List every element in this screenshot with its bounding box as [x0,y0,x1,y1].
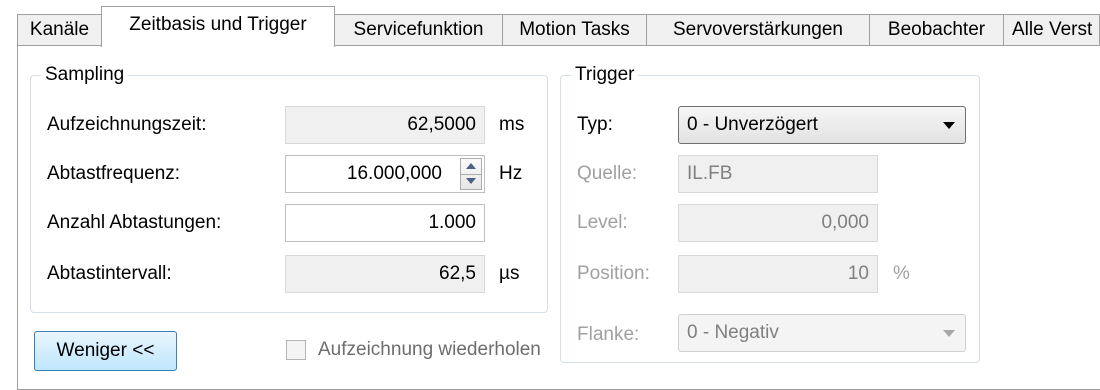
quelle-field[interactable]: IL.FB [678,155,878,193]
typ-label: Typ: [577,114,613,135]
tab-kanaele[interactable]: Kanäle [17,14,102,46]
flanke-label: Flanke: [577,324,640,345]
abtastfrequenz-label: Abtastfrequenz: [47,163,181,184]
tab-servoverstaerkungen[interactable]: Servoverstärkungen [646,14,870,46]
repeat-label[interactable]: Aufzeichnung wiederholen [318,338,543,362]
flanke-dropdown[interactable]: 0 - Negativ [678,314,966,352]
trigger-group-title: Trigger [571,63,639,87]
abtastfrequenz-unit: Hz [499,163,523,184]
anzahl-abtastungen-label: Anzahl Abtastungen: [47,212,222,233]
tab-zeitbasis-und-trigger[interactable]: Zeitbasis und Trigger [101,6,335,47]
spin-up-button[interactable] [461,159,481,175]
level-field[interactable]: 0,000 [678,204,878,242]
position-unit: % [893,263,910,284]
quelle-label: Quelle: [577,163,638,184]
spin-down-button[interactable] [461,174,481,189]
level-label: Level: [577,212,628,233]
typ-dropdown[interactable]: 0 - Unverzögert [678,106,966,144]
tab-beobachter[interactable]: Beobachter [869,14,1004,46]
flanke-value: 0 - Negativ [687,322,779,343]
abtastfrequenz-value: 16.000,000 [346,163,442,184]
tab-strip: Kanäle Zeitbasis und Trigger Servicefunk… [0,0,1100,47]
arrow-up-icon [466,163,476,169]
arrow-down-icon [466,178,476,184]
position-field[interactable]: 10 [678,255,878,293]
sampling-group-title: Sampling [41,63,129,87]
abtastintervall-unit: µs [499,263,520,284]
tab-motion-tasks[interactable]: Motion Tasks [502,14,647,46]
aufzeichnungszeit-unit: ms [499,114,525,135]
abtastintervall-field[interactable]: 62,5 [285,255,485,293]
anzahl-abtastungen-field[interactable]: 1.000 [285,204,485,242]
aufzeichnungszeit-label: Aufzeichnungszeit: [47,114,207,135]
abtastfrequenz-spinner[interactable] [460,158,482,190]
chevron-down-icon [943,330,955,337]
abtastfrequenz-field[interactable]: 16.000,000 [285,155,485,193]
tab-alle-verstaerkungen[interactable]: Alle Verst [1003,14,1100,46]
aufzeichnungszeit-field[interactable]: 62,5000 [285,106,485,144]
repeat-checkbox[interactable] [286,340,306,360]
abtastintervall-label: Abtastintervall: [47,263,172,284]
position-label: Position: [577,263,650,284]
chevron-down-icon [943,122,955,129]
typ-value: 0 - Unverzögert [687,114,818,135]
weniger-button[interactable]: Weniger << [34,331,177,371]
tab-servicefunktion[interactable]: Servicefunktion [334,14,503,46]
